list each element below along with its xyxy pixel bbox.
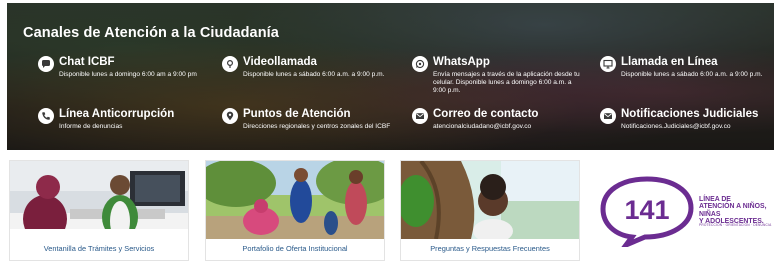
park-family-photo <box>206 161 384 239</box>
channel-description: Disponible lunes a sábado 6:00 a.m. a 9:… <box>243 71 385 78</box>
channel-videollamada[interactable]: Videollamada Disponible lunes a sábado 6… <box>222 55 392 79</box>
child-tree-photo <box>401 161 579 239</box>
card-preguntas-frecuentes[interactable]: Preguntas y Respuestas Frecuentes <box>400 160 580 261</box>
channel-title: Puntos de Atención <box>243 108 351 120</box>
channel-title: Videollamada <box>243 56 317 68</box>
office-attention-photo <box>10 161 188 239</box>
card-label: Portafolio de Oferta Institucional <box>242 244 348 253</box>
mail-icon <box>600 108 616 124</box>
channel-description: Informe de denuncias <box>59 123 123 130</box>
card-portafolio-oferta[interactable]: Portafolio de Oferta Institucional <box>205 160 385 261</box>
channel-title: Correo de contacto <box>433 108 539 120</box>
card-label: Ventanilla de Trámites y Servicios <box>43 244 155 253</box>
channel-description: atencionalciudadano@icbf.gov.co <box>433 123 532 130</box>
channel-whatsapp[interactable]: WhatsApp Envía mensajes a través de la a… <box>412 55 582 95</box>
attention-channels-banner: Canales de Atención a la Ciudadanía Chat… <box>7 3 774 150</box>
channel-puntos-de-atencion[interactable]: Puntos de Atención Direcciones regionale… <box>222 107 394 131</box>
channel-title: WhatsApp <box>433 56 490 68</box>
card-label: Preguntas y Respuestas Frecuentes <box>430 244 550 253</box>
channel-notificaciones-judiciales[interactable]: Notificaciones Judiciales Notificaciones… <box>600 107 772 131</box>
channel-title: Notificaciones Judiciales <box>621 108 759 120</box>
chat-icon <box>38 56 54 72</box>
logo-tagline: PROTECCIÓN · ORIENTACIÓN · DENUNCIA <box>699 223 772 227</box>
channel-description: Notificaciones.Judiciales@icbf.gov.co <box>621 123 731 130</box>
channel-correo-de-contacto[interactable]: Correo de contacto atencionalciudadano@i… <box>412 107 584 131</box>
channel-description: Direcciones regionales y centros zonales… <box>243 123 391 130</box>
channel-description: Disponible lunes a sábado 6:00 a.m. a 9:… <box>621 71 763 78</box>
channel-linea-anticorrupcion[interactable]: Línea Anticorrupción Informe de denuncia… <box>38 107 213 131</box>
mail-icon <box>412 108 428 124</box>
channel-chat-icbf[interactable]: Chat ICBF Disponible lunes a domingo 6:0… <box>38 55 213 79</box>
logo-number: 141 <box>624 195 669 225</box>
linea-141-logo[interactable]: 141 LÍNEA DE ATENCIÓN A NIÑOS, NIÑAS Y A… <box>599 175 774 247</box>
logo-line: ATENCIÓN A NIÑOS, NIÑAS <box>699 203 767 218</box>
whatsapp-icon <box>412 56 428 72</box>
channel-description: Disponible lunes a domingo 6:00 am a 9:0… <box>59 71 197 78</box>
video-call-icon <box>222 56 238 72</box>
location-pin-icon <box>222 108 238 124</box>
channel-title: Chat ICBF <box>59 56 115 68</box>
channel-description: Envía mensajes a través de la aplicación… <box>433 71 580 94</box>
phone-icon <box>38 108 54 124</box>
channel-title: Llamada en Línea <box>621 56 718 68</box>
online-call-icon <box>600 56 616 72</box>
card-ventanilla-tramites[interactable]: Ventanilla de Trámites y Servicios <box>9 160 189 261</box>
speech-bubble-icon: 141 <box>600 176 694 247</box>
banner-title: Canales de Atención a la Ciudadanía <box>23 25 279 41</box>
channel-title: Línea Anticorrupción <box>59 108 175 120</box>
channel-llamada-en-linea[interactable]: Llamada en Línea Disponible lunes a sába… <box>600 55 770 79</box>
logo-title: LÍNEA DE ATENCIÓN A NIÑOS, NIÑAS Y ADOLE… <box>699 196 774 226</box>
